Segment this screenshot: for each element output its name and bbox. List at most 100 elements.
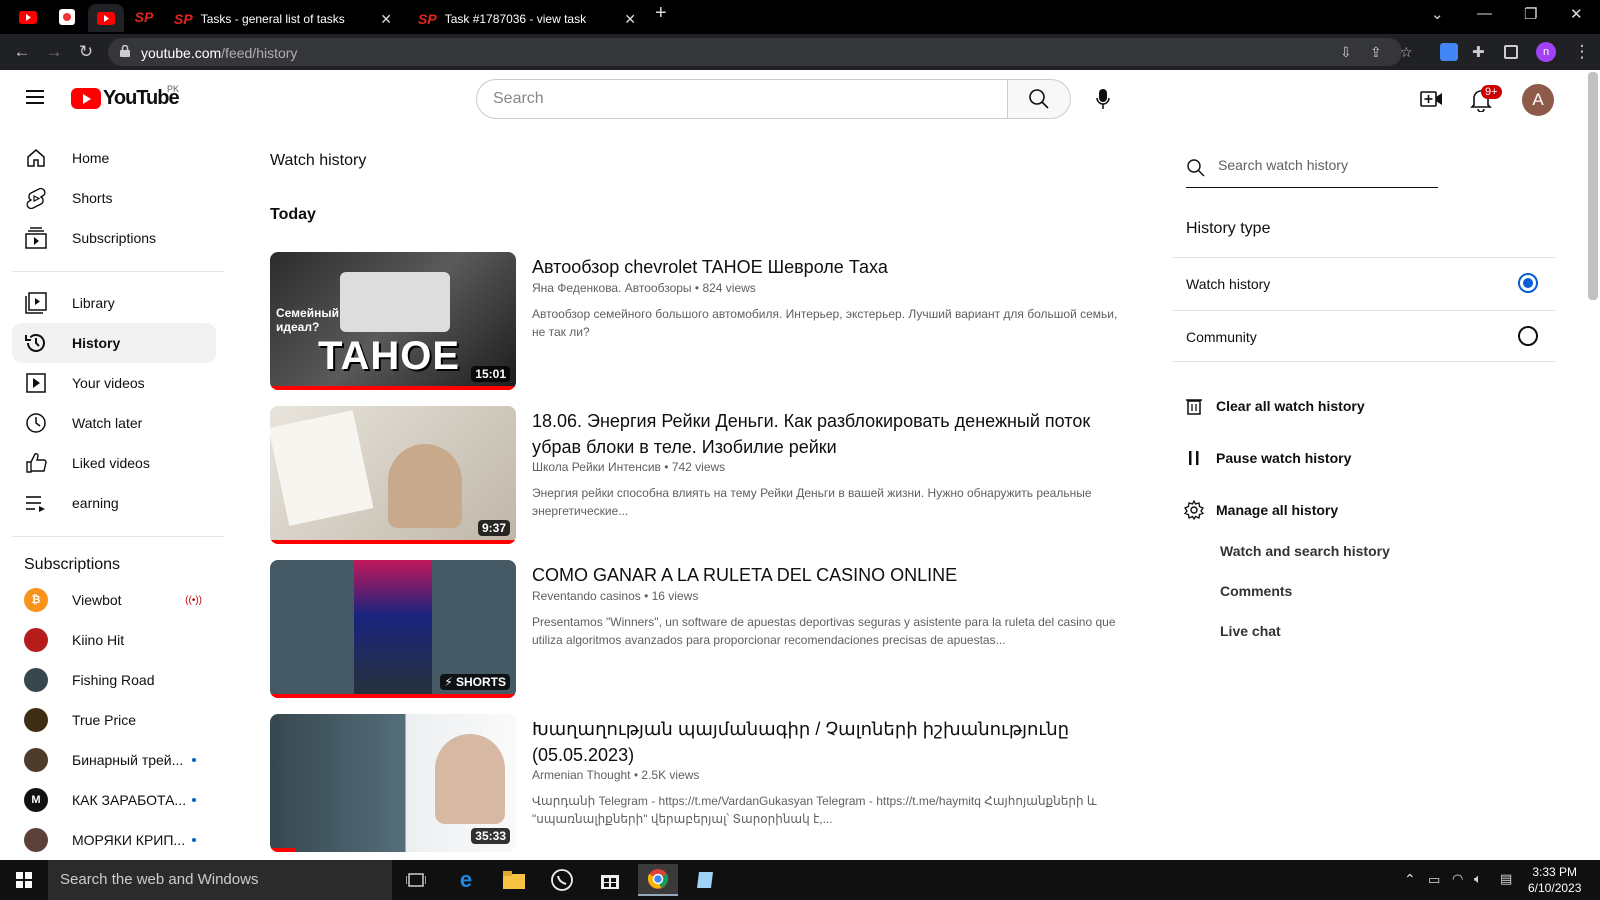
radio-selected-icon[interactable] [1518, 273, 1538, 293]
history-type-option-community[interactable]: Community [1172, 310, 1556, 362]
clear-all-watch-history-button[interactable]: Clear all watch history [1184, 396, 1365, 416]
windows-start-icon[interactable] [16, 872, 32, 888]
video-title[interactable]: COMO GANAR A LA RULETA DEL CASINO ONLINE [532, 562, 1122, 588]
view-count: 2.5K views [641, 768, 700, 782]
search-button[interactable] [1007, 79, 1071, 119]
close-tab-icon[interactable]: ✕ [380, 11, 392, 28]
app-favicon-icon[interactable] [57, 7, 77, 27]
live-chat-link[interactable]: Live chat [1220, 623, 1281, 639]
volume-icon[interactable]: 🔈︎ [1474, 871, 1482, 887]
video-title[interactable]: Автообзор chevrolet TAHOE Шевроле Таха [532, 254, 1122, 280]
video-item[interactable]: ⚡ SHORTS COMO GANAR A LA RULETA DEL CASI… [270, 560, 1120, 698]
close-window-icon[interactable]: ✕ [1570, 5, 1583, 23]
channel-name[interactable]: Reventando casinos [532, 589, 641, 603]
video-thumbnail[interactable]: ⚡ SHORTS [270, 560, 516, 698]
sidebar-item-home[interactable]: Home [12, 138, 216, 178]
youtube-favicon-icon[interactable] [18, 7, 38, 27]
pause-watch-history-button[interactable]: Pause watch history [1184, 448, 1351, 468]
battery-icon[interactable]: ▭ [1428, 872, 1440, 888]
sidebar-item-shorts[interactable]: Shorts [12, 178, 216, 218]
whatsapp-icon[interactable] [542, 864, 582, 896]
wifi-icon[interactable]: ◠ [1452, 871, 1463, 887]
reload-icon[interactable]: ↻ [76, 42, 96, 62]
forward-icon[interactable]: → [44, 42, 64, 62]
tab-search-icon[interactable]: ⌄ [1431, 5, 1444, 23]
sidebar-item-earning[interactable]: earning [12, 483, 216, 523]
sidebar-item-history[interactable]: History [12, 323, 216, 363]
video-thumbnail[interactable]: 9:37 [270, 406, 516, 544]
tab-tasks-list[interactable]: SP Tasks - general list of tasks ✕ [166, 4, 400, 34]
taskbar-search-box[interactable]: Search the web and Windows [48, 860, 392, 900]
subscription-binary-trade[interactable]: Бинарный трей... [12, 740, 216, 780]
subscription-kak-zarabota[interactable]: M КАК ЗАРАБОТА... [12, 780, 216, 820]
video-title[interactable]: 18.06. Энергия Рейки Деньги. Как разблок… [532, 408, 1122, 460]
search-input[interactable]: Search [476, 79, 1008, 119]
channel-name: Viewbot [72, 592, 122, 608]
sidebar-item-watch-later[interactable]: Watch later [12, 403, 216, 443]
sp-favicon-icon[interactable]: SP [134, 7, 154, 27]
sidebar-item-library[interactable]: Library [12, 283, 216, 323]
translate-extension-icon[interactable] [1440, 43, 1458, 61]
channel-name[interactable]: Школа Рейки Интенсив [532, 460, 661, 474]
sidebar-item-subscriptions[interactable]: Subscriptions [12, 218, 216, 258]
youtube-logo[interactable]: YouTube PK [71, 84, 180, 110]
sidebar-item-your-videos[interactable]: Your videos [12, 363, 216, 403]
subscription-viewbot[interactable]: ₿ Viewbot ((•)) [12, 580, 216, 620]
chrome-taskbar-icon[interactable] [638, 864, 678, 896]
maximize-icon[interactable]: ❐ [1524, 5, 1537, 23]
video-item[interactable]: 35:33 Խաղաղության պայմանագիր / Չալոների … [270, 714, 1120, 852]
sidebar-item-liked-videos[interactable]: Liked videos [12, 443, 216, 483]
manage-all-history-button[interactable]: Manage all history [1184, 500, 1338, 520]
windows-taskbar: Search the web and Windows e ⌃ ▭ ◠ 🔈︎ ▤ … [0, 860, 1600, 900]
minimize-icon[interactable]: — [1477, 5, 1492, 22]
video-thumbnail[interactable]: Семейный идеал? TAHOE 15:01 [270, 252, 516, 390]
extensions-puzzle-icon[interactable]: ✚ [1472, 43, 1490, 61]
store-icon[interactable] [590, 864, 630, 896]
subscription-true-price[interactable]: True Price [12, 700, 216, 740]
page-scrollbar[interactable] [1588, 72, 1598, 300]
subscription-moryaki[interactable]: МОРЯКИ КРИП... [12, 820, 216, 860]
tray-chevron-up-icon[interactable]: ⌃ [1404, 871, 1416, 888]
task-view-icon[interactable] [396, 864, 436, 896]
subscriptions-heading: Subscriptions [24, 556, 121, 573]
voice-search-icon[interactable] [1096, 89, 1110, 109]
video-item[interactable]: 9:37 18.06. Энергия Рейки Деньги. Как ра… [270, 406, 1120, 544]
close-tab-icon[interactable]: ✕ [624, 11, 636, 28]
browser-profile-avatar[interactable]: n [1536, 42, 1556, 62]
channel-name[interactable]: Armenian Thought [532, 768, 631, 782]
subscription-fishing-road[interactable]: Fishing Road [12, 660, 216, 700]
video-title[interactable]: Խաղաղության պայմանագիր / Չալոների իշխանո… [532, 716, 1122, 768]
search-watch-history-input[interactable]: Search watch history [1186, 148, 1438, 188]
menu-hamburger-icon[interactable] [26, 90, 44, 104]
watch-and-search-history-link[interactable]: Watch and search history [1220, 543, 1390, 559]
browser-menu-icon[interactable]: ⋮ [1572, 42, 1592, 62]
new-content-dot [192, 758, 196, 762]
thumbnail-caption: Семейный идеал? [276, 306, 339, 334]
side-panel-icon[interactable] [1504, 45, 1518, 59]
sidebar-item-label: Shorts [72, 190, 113, 206]
notes-app-icon[interactable] [686, 864, 726, 896]
comments-link[interactable]: Comments [1220, 583, 1292, 599]
back-icon[interactable]: ← [12, 42, 32, 62]
video-thumbnail[interactable]: 35:33 [270, 714, 516, 852]
tab-task-view[interactable]: SP Task #1787036 - view task ✕ [410, 4, 644, 34]
file-explorer-icon[interactable] [494, 864, 534, 896]
channel-name[interactable]: Яна Феденкова. Автообзоры [532, 281, 692, 295]
create-video-icon[interactable] [1420, 88, 1444, 110]
subscription-kiino-hit[interactable]: Kiino Hit [12, 620, 216, 660]
radio-unselected-icon[interactable] [1518, 326, 1538, 346]
system-clock[interactable]: 3:33 PM 6/10/2023 [1528, 864, 1581, 896]
active-youtube-tab[interactable] [88, 4, 124, 32]
channel-name: МОРЯКИ КРИП... [72, 832, 186, 848]
bookmark-star-icon[interactable]: ☆ [1400, 44, 1413, 61]
video-item[interactable]: Семейный идеал? TAHOE 15:01 Автообзор ch… [270, 252, 1120, 390]
new-tab-icon[interactable]: + [655, 2, 667, 25]
address-bar[interactable]: youtube.com/feed/history ⇩ ⇪ ☆ [108, 38, 1413, 66]
install-icon[interactable]: ⇩ [1340, 44, 1352, 61]
history-type-option-watch[interactable]: Watch history [1172, 257, 1556, 309]
clock-icon [24, 411, 48, 435]
edge-browser-icon[interactable]: e [446, 864, 486, 896]
user-avatar[interactable]: A [1522, 84, 1554, 116]
action-center-icon[interactable]: ▤ [1500, 871, 1512, 887]
share-icon[interactable]: ⇪ [1370, 44, 1382, 61]
